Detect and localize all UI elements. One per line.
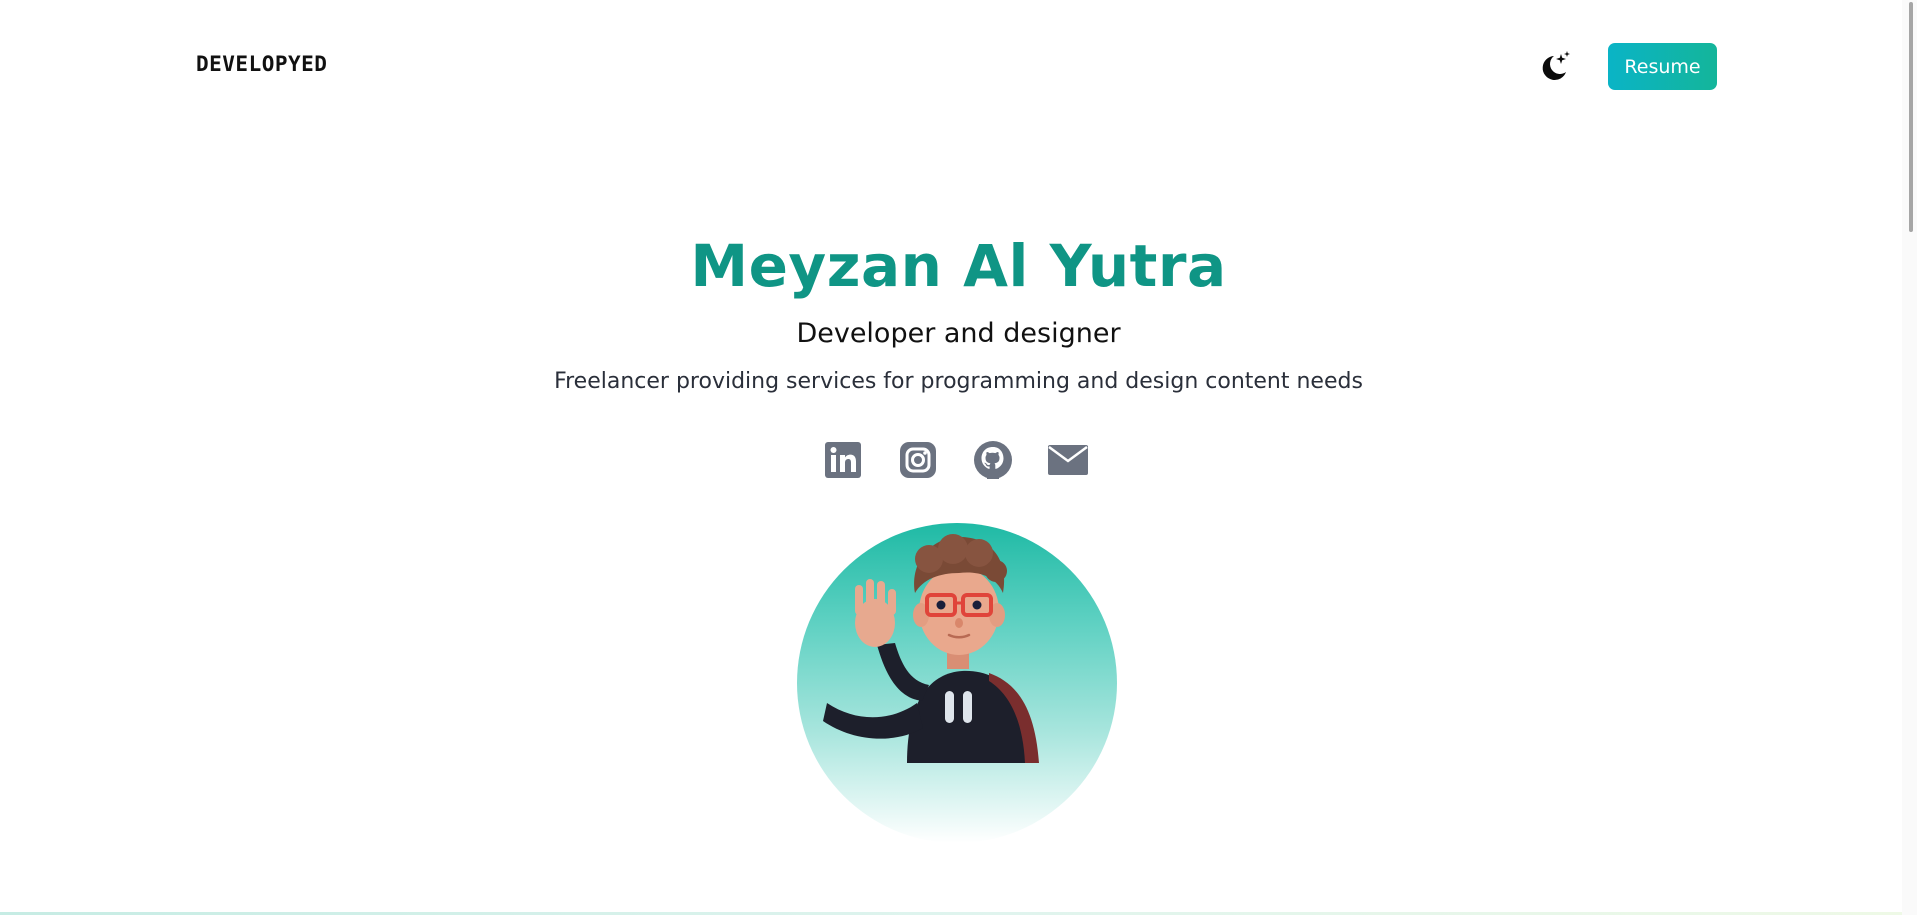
instagram-icon bbox=[900, 442, 936, 478]
github-link[interactable] bbox=[973, 440, 1013, 480]
page-scrollbar[interactable] bbox=[1902, 0, 1917, 915]
portfolio-page: DEVELOPYED Resume Meyzan Al Yutra Develo… bbox=[0, 0, 1917, 915]
theme-toggle-button[interactable] bbox=[1534, 48, 1572, 86]
resume-button[interactable]: Resume bbox=[1608, 43, 1717, 90]
avatar bbox=[797, 523, 1117, 843]
brand-logo[interactable]: DEVELOPYED bbox=[196, 52, 327, 76]
social-links bbox=[823, 440, 1088, 480]
avatar-illustration bbox=[823, 534, 1039, 763]
email-link[interactable] bbox=[1048, 440, 1088, 480]
hero-role: Developer and designer bbox=[796, 318, 1121, 349]
github-icon bbox=[974, 441, 1012, 479]
mail-icon bbox=[1048, 445, 1088, 475]
hero-description: Freelancer providing services for progra… bbox=[554, 369, 1363, 394]
scrollbar-thumb[interactable] bbox=[1909, 2, 1913, 232]
hero-name: Meyzan Al Yutra bbox=[690, 232, 1227, 300]
moon-stars-icon bbox=[1542, 51, 1570, 80]
linkedin-icon bbox=[825, 442, 861, 478]
instagram-link[interactable] bbox=[898, 440, 938, 480]
linkedin-link[interactable] bbox=[823, 440, 863, 480]
